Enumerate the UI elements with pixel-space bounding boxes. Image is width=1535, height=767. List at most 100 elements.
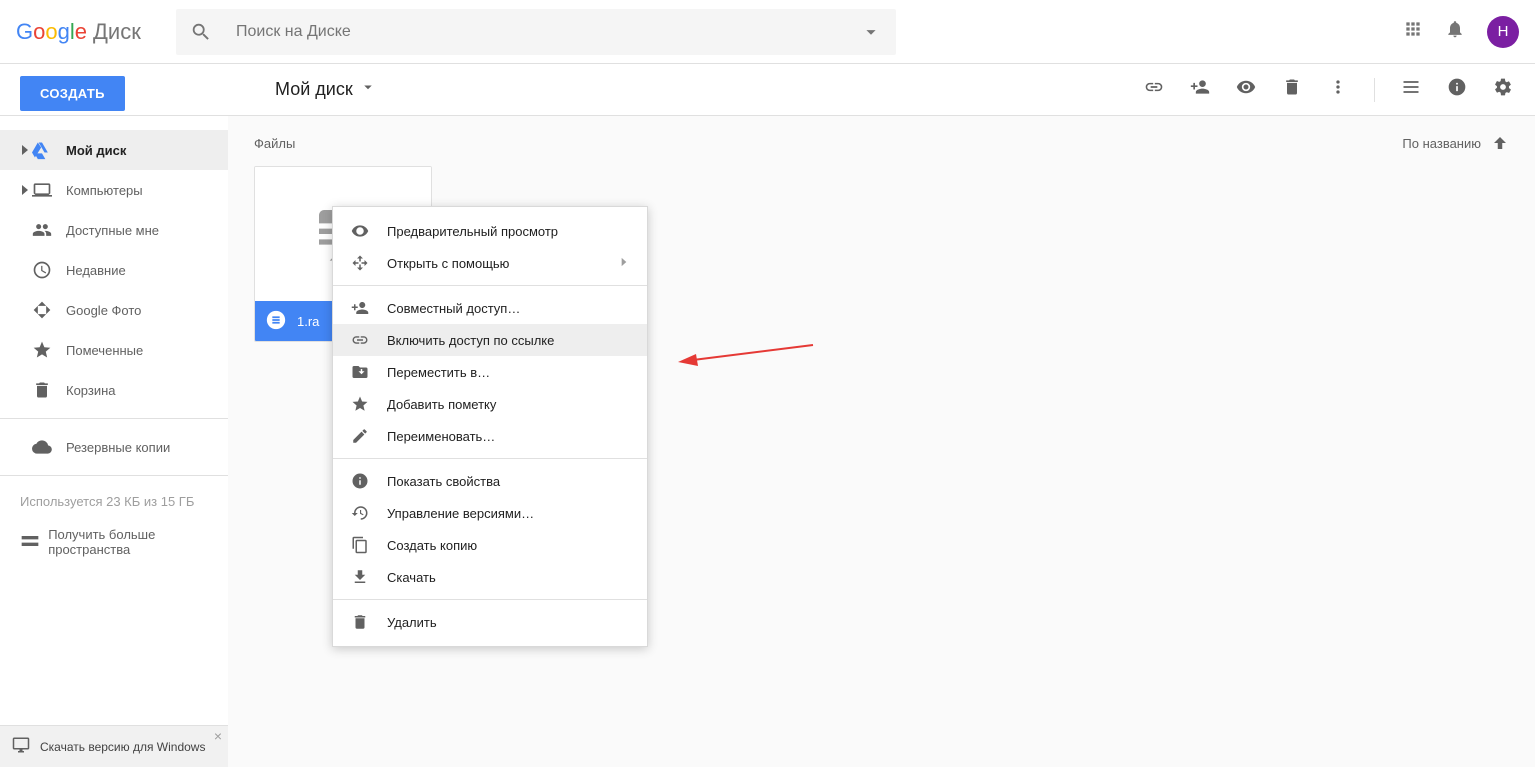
sidebar-item-computers[interactable]: Компьютеры (0, 170, 228, 210)
search-options-caret-icon[interactable] (860, 21, 882, 43)
ctx-versions[interactable]: Управление версиями… (333, 497, 647, 529)
people-icon (32, 220, 66, 240)
ctx-move[interactable]: Переместить в… (333, 356, 647, 388)
close-icon[interactable]: × (214, 728, 222, 744)
ctx-label: Открыть с помощью (387, 256, 509, 271)
section-header: Файлы По названию (254, 134, 1509, 152)
cloud-icon (32, 437, 66, 457)
product-name: Диск (93, 19, 141, 45)
search-box[interactable] (176, 9, 896, 55)
trash-icon (351, 613, 387, 631)
file-name: 1.ra (297, 314, 319, 329)
apps-icon[interactable] (1403, 19, 1423, 44)
ctx-label: Добавить пометку (387, 397, 496, 412)
storage-usage: Используется 23 КБ из 15 ГБ (0, 484, 228, 519)
caret-down-icon (359, 78, 377, 101)
notifications-icon[interactable] (1445, 19, 1465, 44)
delete-icon[interactable] (1282, 77, 1302, 102)
download-client-bar[interactable]: Скачать версию для Windows × (0, 725, 228, 767)
avatar[interactable]: Н (1487, 16, 1519, 48)
eye-icon (351, 222, 387, 240)
upgrade-storage[interactable]: Получить больше пространства (0, 519, 228, 565)
ctx-label: Совместный доступ… (387, 301, 520, 316)
sidebar-item-mydrive[interactable]: Мой диск (0, 130, 228, 170)
computer-icon (32, 180, 66, 200)
sidebar-item-trash[interactable]: Корзина (0, 370, 228, 410)
expand-icon (20, 185, 30, 195)
person-add-icon (351, 299, 387, 317)
ctx-preview[interactable]: Предварительный просмотр (333, 215, 647, 247)
edit-icon (351, 427, 387, 445)
sidebar-item-label: Резервные копии (66, 440, 170, 455)
search-icon (190, 21, 212, 43)
sidebar-item-photos[interactable]: Google Фото (0, 290, 228, 330)
info-icon[interactable] (1447, 77, 1467, 102)
sidebar-item-shared[interactable]: Доступные мне (0, 210, 228, 250)
header-actions: Н (1403, 16, 1519, 48)
breadcrumb-label: Мой диск (275, 79, 353, 100)
copy-icon (351, 536, 387, 554)
create-button[interactable]: СОЗДАТЬ (20, 76, 125, 111)
ctx-label: Переместить в… (387, 365, 490, 380)
download-icon (351, 568, 387, 586)
sidebar-item-label: Недавние (66, 263, 126, 278)
desktop-icon (12, 736, 30, 757)
ctx-label: Включить доступ по ссылке (387, 333, 554, 348)
breadcrumb[interactable]: Мой диск (275, 78, 377, 101)
sidebar-item-starred[interactable]: Помеченные (0, 330, 228, 370)
separator (1374, 78, 1375, 102)
ctx-rename[interactable]: Переименовать… (333, 420, 647, 452)
ctx-share[interactable]: Совместный доступ… (333, 292, 647, 324)
sidebar-item-label: Мой диск (66, 143, 126, 158)
folder-move-icon (351, 363, 387, 381)
ctx-download[interactable]: Скачать (333, 561, 647, 593)
ctx-label: Скачать (387, 570, 436, 585)
context-menu: Предварительный просмотр Открыть с помощ… (332, 206, 648, 647)
star-icon (32, 340, 66, 360)
toolbar: СОЗДАТЬ Мой диск (0, 64, 1535, 116)
expand-icon (20, 145, 30, 155)
sidebar-item-label: Помеченные (66, 343, 143, 358)
ctx-label: Переименовать… (387, 429, 495, 444)
ctx-copy[interactable]: Создать копию (333, 529, 647, 561)
link-icon[interactable] (1144, 77, 1164, 102)
ctx-delete[interactable]: Удалить (333, 606, 647, 638)
sidebar-item-label: Доступные мне (66, 223, 159, 238)
open-with-icon (351, 254, 387, 272)
ctx-label: Создать копию (387, 538, 477, 553)
main-area: Файлы По названию 1.ra Предварительный п… (228, 116, 1535, 767)
link-icon (351, 331, 387, 349)
sort-control[interactable]: По названию (1402, 134, 1509, 152)
star-icon (351, 395, 387, 413)
drive-icon (32, 140, 66, 160)
file-type-icon (265, 309, 287, 334)
upgrade-label: Получить больше пространства (48, 527, 208, 557)
ctx-label: Предварительный просмотр (387, 224, 558, 239)
ctx-label: Управление версиями… (387, 506, 534, 521)
storage-icon (20, 531, 48, 554)
sidebar-item-label: Google Фото (66, 303, 141, 318)
preview-eye-icon[interactable] (1236, 77, 1256, 102)
chevron-right-icon (617, 255, 631, 272)
ctx-star[interactable]: Добавить пометку (333, 388, 647, 420)
trash-icon (32, 380, 66, 400)
section-title: Файлы (254, 136, 295, 151)
toolbar-actions (1144, 77, 1535, 102)
logo[interactable]: Google Диск (16, 19, 176, 45)
ctx-get-link[interactable]: Включить доступ по ссылке (333, 324, 647, 356)
history-icon (351, 504, 387, 522)
ctx-open-with[interactable]: Открыть с помощью (333, 247, 647, 279)
search-input[interactable] (236, 23, 860, 41)
clock-icon (32, 260, 66, 280)
sidebar-item-backups[interactable]: Резервные копии (0, 427, 228, 467)
list-view-icon[interactable] (1401, 77, 1421, 102)
more-icon[interactable] (1328, 77, 1348, 102)
ctx-details[interactable]: Показать свойства (333, 465, 647, 497)
sidebar: Мой диск Компьютеры Доступные мне Недавн… (0, 116, 228, 767)
settings-gear-icon[interactable] (1493, 77, 1513, 102)
sidebar-item-label: Компьютеры (66, 183, 143, 198)
avatar-letter: Н (1498, 23, 1509, 40)
sort-label: По названию (1402, 136, 1481, 151)
share-person-icon[interactable] (1190, 77, 1210, 102)
sidebar-item-recent[interactable]: Недавние (0, 250, 228, 290)
